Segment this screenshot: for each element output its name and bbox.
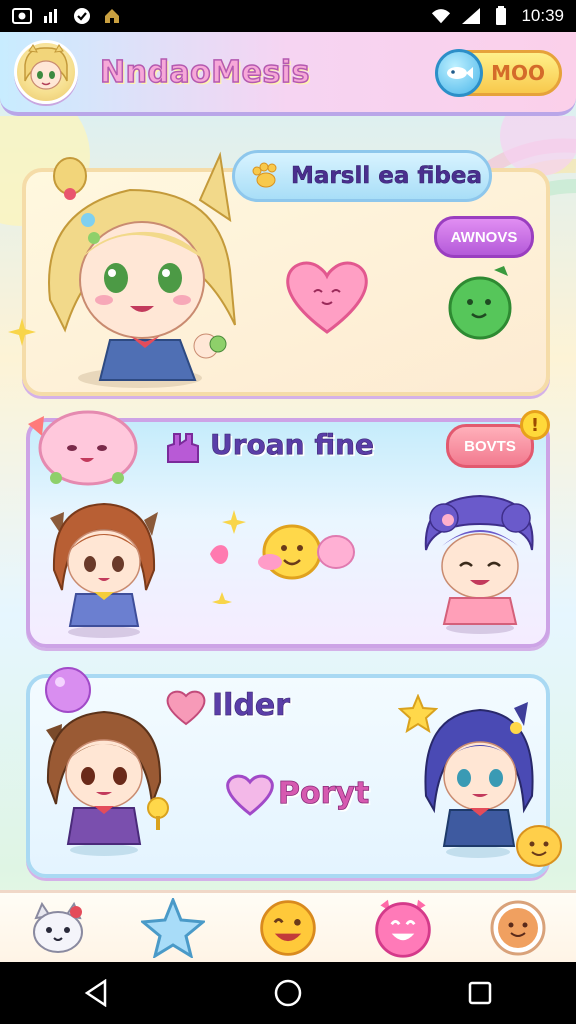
featured-title-pill: Marsll ea fibea bbox=[232, 150, 492, 202]
blonde-character[interactable] bbox=[30, 150, 240, 390]
mode-label: MOO bbox=[491, 61, 545, 85]
cat-girl-character[interactable] bbox=[42, 698, 182, 858]
yellow-blob-icon bbox=[516, 825, 562, 867]
paw-icon bbox=[252, 162, 277, 188]
alert-badge: ! bbox=[520, 410, 550, 440]
status-left-icons bbox=[12, 7, 122, 25]
sparkle-icon bbox=[8, 318, 36, 346]
green-slime-icon[interactable] bbox=[446, 266, 516, 340]
chart-icon bbox=[42, 7, 62, 25]
battery-icon bbox=[491, 6, 511, 25]
bottom-navigation bbox=[0, 890, 576, 962]
status-bar: 10:39 bbox=[0, 0, 576, 32]
smile-icon[interactable] bbox=[256, 896, 320, 960]
hand-icon bbox=[167, 433, 199, 463]
card1-action-button[interactable]: AWNOVS bbox=[434, 216, 534, 258]
status-time: 10:39 bbox=[521, 6, 564, 25]
home-icon bbox=[102, 7, 122, 25]
app-title: NndaoMesis bbox=[99, 54, 310, 91]
brown-haired-character[interactable] bbox=[44, 490, 164, 640]
mode-button[interactable]: MOO bbox=[435, 49, 562, 97]
pink-jelly-mascot[interactable] bbox=[22, 402, 140, 492]
cat-icon[interactable] bbox=[26, 896, 90, 960]
back-icon[interactable] bbox=[76, 973, 116, 1013]
sun-mascot-icon[interactable] bbox=[208, 504, 358, 604]
player-avatar[interactable] bbox=[14, 40, 78, 104]
photo-icon bbox=[12, 7, 32, 25]
heart-face-icon[interactable] bbox=[371, 896, 435, 960]
shield-check-icon bbox=[72, 7, 92, 25]
recents-icon[interactable] bbox=[460, 973, 500, 1013]
event-title: Uroan fine bbox=[210, 428, 375, 462]
purple-haired-character[interactable] bbox=[420, 490, 540, 638]
cookie-icon[interactable] bbox=[486, 896, 550, 960]
featured-title: Marsll ea fibea bbox=[291, 163, 482, 190]
friends-subtitle: Poryt bbox=[278, 776, 370, 812]
home-button-icon[interactable] bbox=[268, 973, 308, 1013]
signal-icon bbox=[461, 7, 481, 25]
wifi-icon bbox=[431, 7, 451, 25]
system-navigation-bar bbox=[0, 962, 576, 1024]
pink-heart-icon[interactable] bbox=[284, 258, 370, 334]
star-icon[interactable] bbox=[140, 896, 205, 960]
app-header: NndaoMesis MOO bbox=[0, 32, 576, 116]
status-right-icons: 10:39 bbox=[431, 6, 564, 26]
friends-title: Ilder bbox=[212, 688, 291, 724]
fish-icon bbox=[435, 49, 483, 97]
heart-outline-icon bbox=[226, 774, 274, 816]
